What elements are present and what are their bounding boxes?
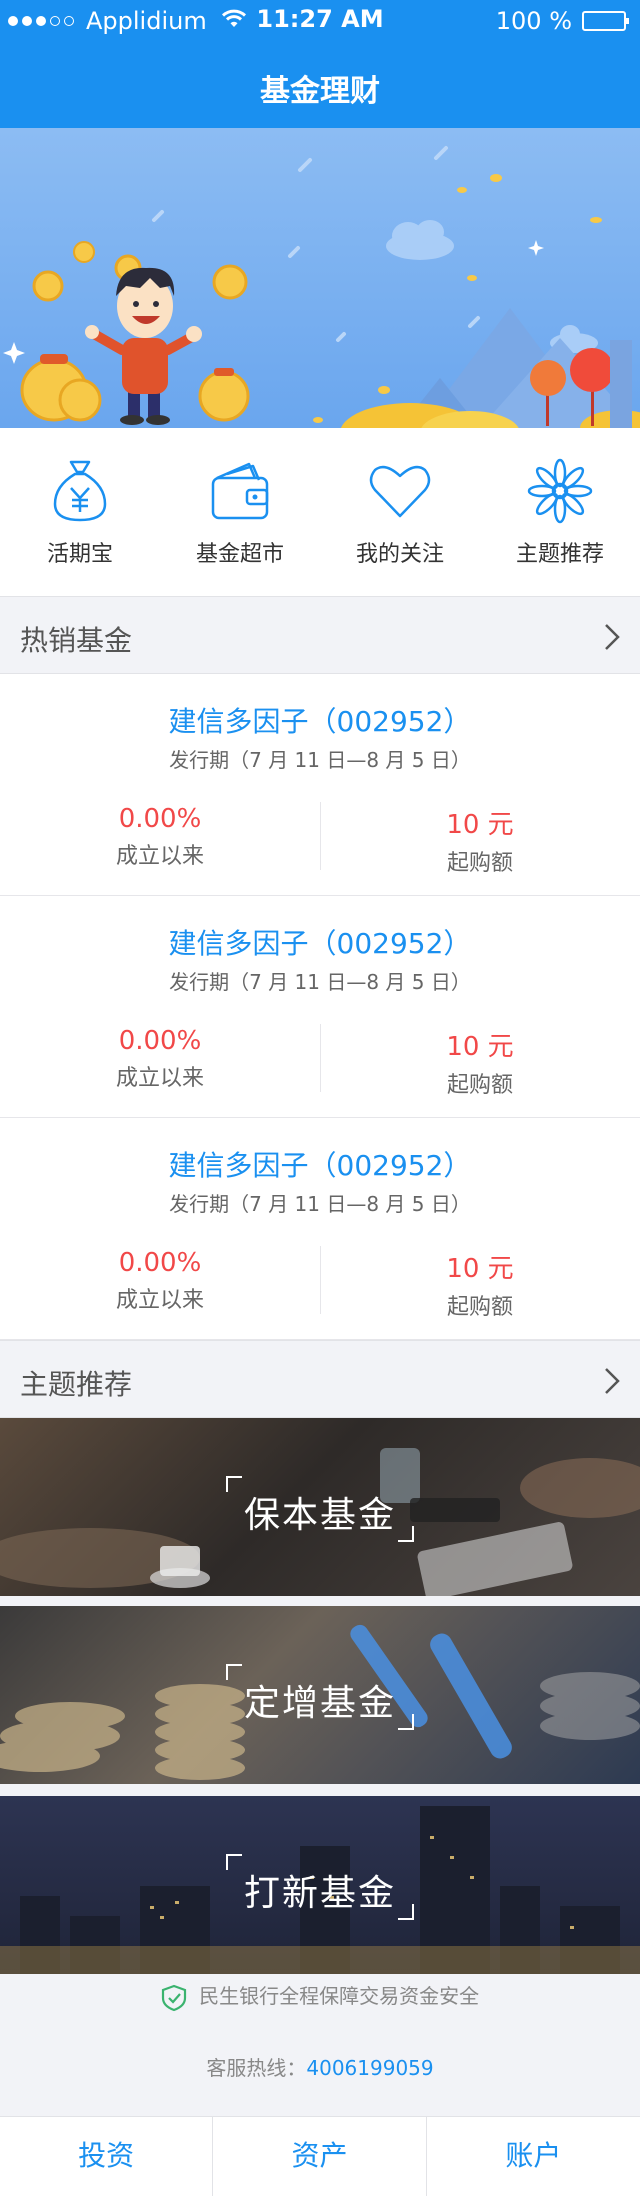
fund-min-value: 10 元 [446,1254,514,1284]
fund-card[interactable]: 建信多因子（002952） 发行期（7 月 11 日—8 月 5 日） 0.00… [0,674,640,896]
tab-account[interactable]: 账户 [427,2117,640,2196]
status-bar: Applidium 11:27 AM 100 % [0,0,640,40]
themes-header[interactable]: 主题推荐 [0,1340,640,1418]
quick-item-label: 活期宝 [46,542,113,567]
quick-item-label: 基金超市 [195,542,284,567]
tab-bar: 投资 资产 账户 [0,2116,640,2196]
quick-menu: 活期宝 基金超市 我的关注 主题推荐 [0,428,640,596]
fund-return-value: 0.00% [118,1248,202,1278]
fund-min-label: 起购额 [446,851,513,876]
fund-min-value: 10 元 [446,810,514,840]
hot-funds-header[interactable]: 热销基金 [0,596,640,674]
quick-item-my-watchlist[interactable]: 我的关注 [320,428,480,596]
page-title: 基金理财 [260,74,380,109]
fund-min-value: 10 元 [446,1032,514,1062]
battery-icon [582,11,629,31]
fund-card[interactable]: 建信多因子（002952） 发行期（7 月 11 日—8 月 5 日） 0.00… [0,1118,640,1340]
section-title: 热销基金 [20,624,133,657]
heart-icon [369,465,431,518]
chevron-right-icon [605,624,620,650]
safety-note: 民生银行全程保障交易资金安全 [0,1980,640,2012]
fund-period: 发行期（7 月 11 日—8 月 5 日） [169,970,471,994]
battery-percent: 100 % [495,7,572,35]
quick-item-fund-market[interactable]: 基金超市 [160,428,320,596]
fund-card[interactable]: 建信多因子（002952） 发行期（7 月 11 日—8 月 5 日） 0.00… [0,896,640,1118]
banner-illustration [3,146,640,428]
quick-item-label: 主题推荐 [515,542,604,567]
shield-check-icon [161,1984,186,2011]
chevron-right-icon [605,1368,620,1394]
fund-return-label: 成立以来 [115,1066,204,1091]
section-title: 主题推荐 [20,1368,133,1401]
quick-item-label: 我的关注 [355,542,444,567]
flower-icon [527,458,593,524]
fund-min-label: 起购额 [446,1073,513,1098]
quick-item-theme-recommend[interactable]: 主题推荐 [480,428,640,596]
fund-name: 建信多因子（002952） [168,1149,472,1182]
fund-name: 建信多因子（002952） [168,705,472,738]
fund-return-label: 成立以来 [115,844,204,869]
fund-return-label: 成立以来 [115,1288,204,1313]
money-bag-icon [53,460,107,522]
theme-tile-ipo[interactable]: 打新基金 [0,1796,640,1974]
fund-period: 发行期（7 月 11 日—8 月 5 日） [169,1192,471,1216]
tab-invest[interactable]: 投资 [0,2117,214,2196]
safety-text: 民生银行全程保障交易资金安全 [199,1984,480,2008]
theme-tile-private-placement[interactable]: 定增基金 [0,1606,640,1784]
theme-label: 打新基金 [243,1873,396,1914]
tab-assets[interactable]: 资产 [213,2117,427,2196]
quick-item-current-deposit[interactable]: 活期宝 [0,428,160,596]
fund-return-value: 0.00% [118,804,202,834]
wallet-icon [211,462,269,520]
hotline-label: 客服热线： [206,2056,307,2080]
hotline-number[interactable]: 4006199059 [306,2056,433,2080]
promo-banner[interactable] [0,128,640,428]
fund-return-value: 0.00% [118,1026,202,1056]
hotline: 客服热线：4006199059 [0,2052,640,2081]
theme-tile-capital-guaranteed[interactable]: 保本基金 [0,1418,640,1596]
fund-min-label: 起购额 [446,1295,513,1320]
fund-period: 发行期（7 月 11 日—8 月 5 日） [169,748,471,772]
fund-name: 建信多因子（002952） [168,927,472,960]
theme-label: 保本基金 [243,1495,396,1536]
theme-label: 定增基金 [243,1683,396,1724]
app-header: Applidium 11:27 AM 100 % 基金理财 [0,0,640,128]
